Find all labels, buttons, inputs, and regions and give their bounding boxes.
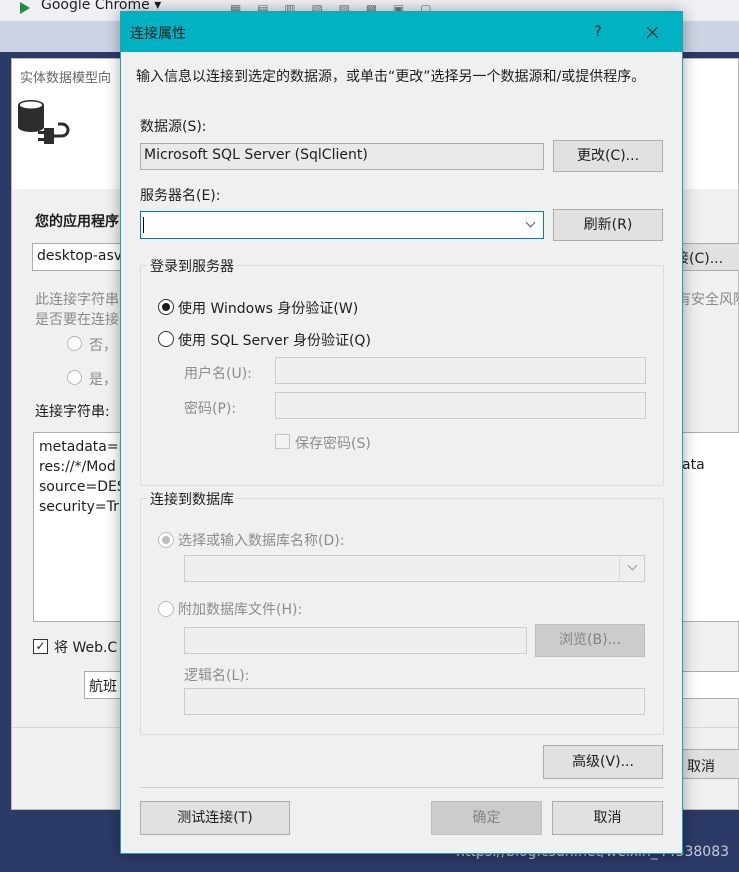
server-name-input[interactable] xyxy=(141,212,519,238)
warning-text-line1: 此连接字符串 xyxy=(35,292,119,308)
attach-db-input xyxy=(184,627,527,654)
dialog-title: 连接属性 xyxy=(130,26,186,42)
refresh-button[interactable]: 刷新(R) xyxy=(553,209,663,241)
chevron-down-icon[interactable] xyxy=(525,217,536,228)
test-connection-button[interactable]: 测试连接(T) xyxy=(140,801,290,835)
dialog-titlebar[interactable]: 连接属性 ? xyxy=(121,12,682,52)
select-db-radio xyxy=(158,532,174,548)
username-input xyxy=(275,357,646,384)
attach-db-radio xyxy=(158,601,174,617)
warning-text-right: 有安全风险 xyxy=(677,292,739,308)
select-db-label: 选择或输入数据库名称(D): xyxy=(178,533,345,549)
intro-text: 输入信息以连接到选定的数据源，或单击“更改”选择另一个数据源和/或提供程序。 xyxy=(136,69,646,85)
help-button[interactable]: ? xyxy=(583,17,613,47)
change-button[interactable]: 更改(C)... xyxy=(553,140,663,172)
warning-text-line2: 是否要在连接 xyxy=(35,312,119,328)
server-name-combo[interactable] xyxy=(140,211,544,239)
password-input xyxy=(275,392,646,419)
cancel-button[interactable]: 取消 xyxy=(552,801,663,835)
login-group-legend: 登录到服务器 xyxy=(148,256,236,276)
chevron-down-icon xyxy=(627,560,638,571)
include-sensitive-radio[interactable] xyxy=(67,370,82,385)
exclude-sensitive-label: 否， xyxy=(89,338,117,354)
connection-string-line: metadata=r xyxy=(39,439,123,455)
server-name-label: 服务器名(E): xyxy=(140,188,221,204)
include-sensitive-label: 是， xyxy=(89,372,117,388)
windows-auth-radio[interactable] xyxy=(158,299,174,315)
entity-name-input[interactable]: 航班 xyxy=(84,671,124,699)
save-webconfig-checkbox[interactable]: ✓ xyxy=(33,639,48,654)
ok-button: 确定 xyxy=(431,801,542,835)
browse-button: 浏览(B)... xyxy=(535,624,645,657)
database-name-combo xyxy=(184,555,645,582)
connection-string-box[interactable]: metadata=r res://*/Mod source=DES securi… xyxy=(33,432,123,622)
combo-separator xyxy=(619,556,620,581)
datasource-label: 数据源(S): xyxy=(140,119,207,135)
connection-string-label: 连接字符串: xyxy=(35,404,110,420)
advanced-button[interactable]: 高级(V)... xyxy=(543,745,663,779)
sql-auth-label[interactable]: 使用 SQL Server 身份验证(Q) xyxy=(178,330,371,350)
database-group-legend: 连接到数据库 xyxy=(148,489,236,509)
sql-auth-radio[interactable] xyxy=(158,331,174,347)
windows-auth-label[interactable]: 使用 Windows 身份验证(W) xyxy=(178,298,358,318)
exclude-sensitive-radio[interactable] xyxy=(67,336,82,351)
close-icon[interactable] xyxy=(637,17,667,47)
app-connection-label: 您的应用程序 xyxy=(35,214,119,230)
logical-name-label: 逻辑名(L): xyxy=(184,668,250,684)
save-password-checkbox xyxy=(275,434,290,449)
text-caret xyxy=(143,217,144,233)
username-label: 用户名(U): xyxy=(184,366,252,382)
wizard-title: 实体数据模型向 xyxy=(20,71,112,86)
connection-string-line: res://*/Mod xyxy=(39,459,116,475)
dialog-divider xyxy=(140,787,664,788)
attach-db-label: 附加数据库文件(H): xyxy=(178,602,303,618)
connection-properties-dialog: 连接属性 ? 输入信息以连接到选定的数据源，或单击“更改”选择另一个数据源和/或… xyxy=(120,11,683,854)
save-password-label: 保存密码(S) xyxy=(295,436,371,452)
play-icon[interactable] xyxy=(20,2,30,14)
datasource-field: Microsoft SQL Server (SqlClient) xyxy=(140,143,544,170)
password-label: 密码(P): xyxy=(184,401,237,417)
connection-string-line: source=DES xyxy=(39,479,123,495)
plug-icon xyxy=(38,122,70,144)
logical-name-input xyxy=(184,688,645,715)
connection-string-line: security=Tr xyxy=(39,499,119,515)
save-webconfig-label: 将 Web.C xyxy=(54,640,118,656)
